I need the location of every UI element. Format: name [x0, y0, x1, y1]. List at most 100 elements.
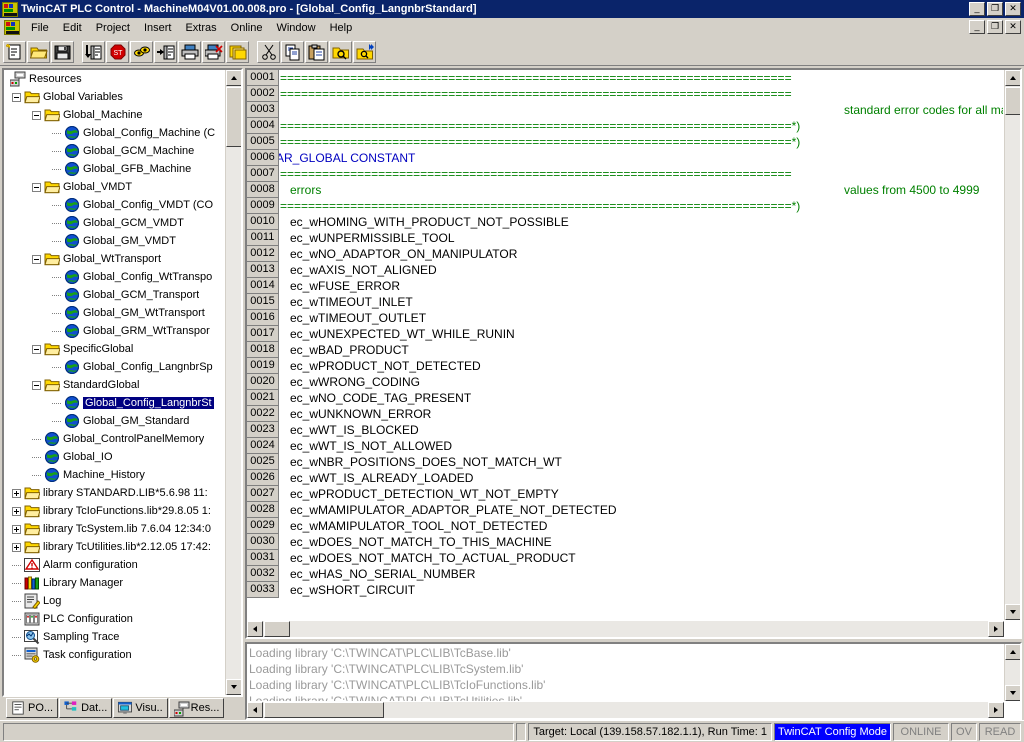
line-content[interactable]: ec_wDOES_NOT_MATCH_TO_ACTUAL_PRODUCT: WO… [279, 550, 1003, 566]
tree-item-library-tciofunctions-lib-29-8-05-1[interactable]: library TcIoFunctions.lib*29.8.05 1: [4, 502, 224, 520]
tab-dat[interactable]: Dat... [59, 698, 113, 718]
line-content[interactable]: ec_wPRODUCT_DETECTION_WT_NOT_EMPTY: WORD… [279, 486, 1003, 502]
message-horizontal-scrollbar[interactable] [247, 702, 1004, 718]
menu-item-window[interactable]: Window [269, 20, 322, 36]
tree-expand-toggle[interactable] [12, 506, 21, 516]
editor-scroll-left-button[interactable] [247, 621, 263, 637]
menu-item-help[interactable]: Help [323, 20, 360, 36]
find-icon[interactable] [329, 40, 352, 63]
code-line[interactable]: 0011ec_wUNPERMISSIBLE_TOOL: WORD [247, 230, 1003, 246]
tree-item-log[interactable]: Log [4, 592, 224, 610]
message-scroll-up-button[interactable] [1005, 644, 1020, 660]
line-content[interactable]: ec_wMAMIPULATOR_TOOL_NOT_DETECTED: WORD … [279, 518, 1003, 534]
line-content[interactable]: ec_wSHORT_CIRCUIT: W [279, 582, 1003, 598]
tree-item-global-gm-wttransport[interactable]: Global_GM_WtTransport [4, 304, 224, 322]
message-scroll-left-button[interactable] [247, 702, 263, 718]
download-icon[interactable] [82, 40, 105, 63]
code-line[interactable]: 0007 ====================================… [247, 166, 1003, 182]
line-content[interactable]: ========================================… [279, 118, 1003, 134]
paste-icon[interactable] [305, 40, 328, 63]
tree-collapse-toggle[interactable] [32, 254, 41, 264]
tree-collapse-toggle[interactable] [32, 380, 41, 390]
tree-item-machine-history[interactable]: Machine_History [4, 466, 224, 484]
line-content[interactable]: ========================================… [279, 70, 1003, 86]
menu-item-edit[interactable]: Edit [56, 20, 89, 36]
line-content[interactable]: ========================================… [279, 134, 1003, 150]
code-line[interactable]: 0016ec_wTIMEOUT_OUTLET: W [247, 310, 1003, 326]
line-content[interactable]: ec_wNO_CODE_TAG_PRESENT: W [279, 390, 1003, 406]
tab-po[interactable]: PO... [6, 698, 59, 718]
tree-scroll-thumb[interactable] [226, 87, 241, 147]
watch-icon[interactable] [130, 40, 153, 63]
line-content[interactable]: ec_wHOMING_WITH_PRODUCT_NOT_POSSIBLE: WO… [279, 214, 1003, 230]
code-line[interactable]: 0004 ====================================… [247, 118, 1003, 134]
code-line[interactable]: 0010 ec_wHOMING_WITH_PRODUCT_NOT_POSSIBLE… [247, 214, 1003, 230]
code-line[interactable]: 0027ec_wPRODUCT_DETECTION_WT_NOT_EMPTY: … [247, 486, 1003, 502]
tree-vertical-scrollbar[interactable] [225, 70, 241, 695]
message-h-scroll-thumb[interactable] [264, 702, 384, 718]
editor-scroll-down-button[interactable] [1005, 604, 1020, 620]
menu-item-extras[interactable]: Extras [178, 20, 223, 36]
new-project-icon[interactable] [3, 40, 26, 63]
code-line[interactable]: 0022 ec_wUNKNOWN_ERROR [247, 406, 1003, 422]
tree-item-global-variables[interactable]: Global Variables [4, 88, 224, 106]
close-button[interactable]: ✕ [1005, 2, 1021, 16]
tree-item-global-grm-wttranspor[interactable]: Global_GRM_WtTranspor [4, 322, 224, 340]
line-content[interactable]: ec_wUNPERMISSIBLE_TOOL: WORD [279, 230, 1003, 246]
code-line[interactable]: 0020 ec_wWRONG_CODING [247, 374, 1003, 390]
tree-item-global-config-vmdt-co[interactable]: Global_Config_VMDT (CO [4, 196, 224, 214]
code-line[interactable]: 0024ec_wWT_IS_NOT_ALLOWED: W [247, 438, 1003, 454]
code-line[interactable]: 0023 ec_wWT_IS_BLOCKED [247, 422, 1003, 438]
tree-item-plc-configuration[interactable]: PLC Configuration [4, 610, 224, 628]
tree-item-library-standard-lib-5-6-98-11[interactable]: library STANDARD.LIB*5.6.98 11: [4, 484, 224, 502]
tree-item-global-vmdt[interactable]: Global_VMDT [4, 178, 224, 196]
code-line[interactable]: 0015ec_wTIMEOUT_INLET: W [247, 294, 1003, 310]
tree-item-global-gcm-machine[interactable]: Global_GCM_Machine [4, 142, 224, 160]
code-line[interactable]: 0033ec_wSHORT_CIRCUIT: W [247, 582, 1003, 598]
editor-scroll-right-button[interactable] [988, 621, 1004, 637]
line-content[interactable]: ec_wWT_IS_NOT_ALLOWED: W [279, 438, 1003, 454]
menu-item-online[interactable]: Online [224, 20, 270, 36]
cut-icon[interactable] [257, 40, 280, 63]
code-line[interactable]: 0029ec_wMAMIPULATOR_TOOL_NOT_DETECTED: W… [247, 518, 1003, 534]
code-line[interactable]: 0013ec_wAXIS_NOT_ALIGNED: WORD [247, 262, 1003, 278]
code-line[interactable]: 0025ec_wNBR_POSITIONS_DOES_NOT_MATCH_WT:… [247, 454, 1003, 470]
tree-item-global-config-wttranspo[interactable]: Global_Config_WtTranspo [4, 268, 224, 286]
menu-item-project[interactable]: Project [89, 20, 137, 36]
code-line[interactable]: 0001 ====================================… [247, 70, 1003, 86]
line-content[interactable]: ec_wTIMEOUT_INLET: W [279, 294, 1003, 310]
tree-item-global-config-machine-c[interactable]: Global_Config_Machine (C [4, 124, 224, 142]
line-content[interactable]: ec_wWT_IS_BLOCKED [279, 422, 1003, 438]
editor-scroll-up-button[interactable] [1005, 70, 1020, 86]
code-line[interactable]: 0019ec_wPRODUCT_NOT_DETECTED: WORD [247, 358, 1003, 374]
message-scroll-right-button[interactable] [988, 702, 1004, 718]
menu-item-insert[interactable]: Insert [137, 20, 179, 36]
tree-item-global-gm-standard[interactable]: Global_GM_Standard [4, 412, 224, 430]
line-content[interactable]: errors values from 4500 to 4999 [279, 182, 1003, 198]
tree-item-global-gm-vmdt[interactable]: Global_GM_VMDT [4, 232, 224, 250]
tree-expand-toggle[interactable] [12, 524, 21, 534]
line-content[interactable]: AR_GLOBAL CONSTANT [279, 150, 1003, 166]
code-line[interactable]: 0028 ec_wMAMIPULATOR_ADAPTOR_PLATE_NOT_DE… [247, 502, 1003, 518]
line-content[interactable]: standard error codes for all machines in… [279, 102, 1003, 118]
code-line[interactable]: 0018 ec_wBAD_PRODUCT [247, 342, 1003, 358]
tree-item-global-gcm-vmdt[interactable]: Global_GCM_VMDT [4, 214, 224, 232]
code-line[interactable]: 0012ec_wNO_ADAPTOR_ON_MANIPULATOR: WORD [247, 246, 1003, 262]
copy-icon[interactable] [281, 40, 304, 63]
resources-tree[interactable]: Resources Global Variables Global_Machine G… [2, 68, 243, 697]
tree-item-global-wttransport[interactable]: Global_WtTransport [4, 250, 224, 268]
tree-item-standardglobal[interactable]: StandardGlobal [4, 376, 224, 394]
tree-item-global-config-langnbrsp[interactable]: Global_Config_LangnbrSp [4, 358, 224, 376]
line-content[interactable]: ========================================… [279, 198, 1003, 214]
code-line[interactable]: 0008 errors values from 4500 to 4999 [247, 182, 1003, 198]
message-window[interactable]: Loading library 'C:\TWINCAT\PLC\LIB\TcBa… [245, 642, 1022, 720]
tree-item-library-tcutilities-lib-2-12-05-17-42[interactable]: library TcUtilities.lib*2.12.05 17:42: [4, 538, 224, 556]
tree-collapse-toggle[interactable] [32, 182, 41, 192]
tree-root-resources[interactable]: Resources [4, 70, 224, 88]
tree-collapse-toggle[interactable] [32, 110, 41, 120]
menu-item-file[interactable]: File [24, 20, 56, 36]
tree-item-alarm-configuration[interactable]: Alarm configuration [4, 556, 224, 574]
line-content[interactable]: ec_wBAD_PRODUCT [279, 342, 1003, 358]
line-content[interactable]: ec_wTIMEOUT_OUTLET: W [279, 310, 1003, 326]
line-content[interactable]: ec_wDOES_NOT_MATCH_TO_THIS_MACHINE: WORD… [279, 534, 1003, 550]
